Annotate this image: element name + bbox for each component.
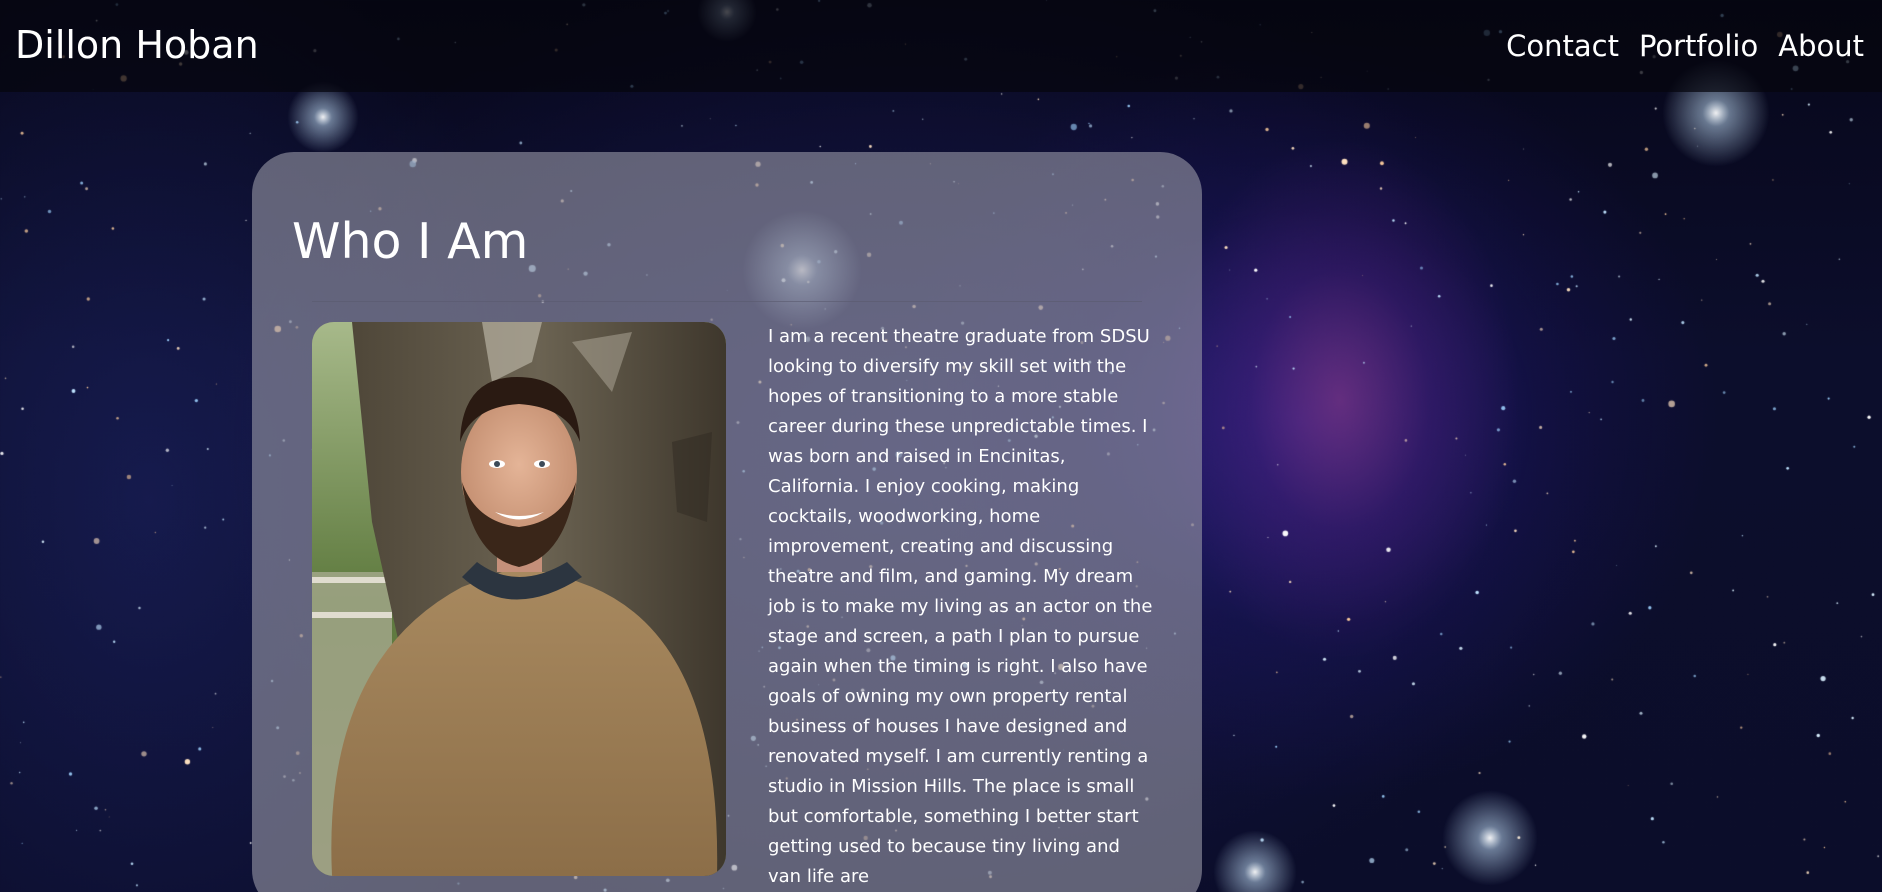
nav-link-portfolio[interactable]: Portfolio: [1639, 26, 1758, 66]
about-card: Who I Am I am a recent theatre graduate …: [252, 152, 1202, 892]
about-heading: Who I Am: [292, 213, 529, 270]
top-navbar: Dillon Hoban Contact Portfolio About: [0, 0, 1882, 92]
site-brand[interactable]: Dillon Hoban: [15, 21, 259, 69]
nav-link-contact[interactable]: Contact: [1506, 26, 1619, 66]
heading-divider: [312, 301, 1142, 302]
nav-link-about[interactable]: About: [1778, 26, 1864, 66]
profile-photo: [312, 322, 726, 876]
bio-text: I am a recent theatre graduate from SDSU…: [768, 326, 1153, 887]
main-nav: Contact Portfolio About: [1506, 26, 1864, 66]
